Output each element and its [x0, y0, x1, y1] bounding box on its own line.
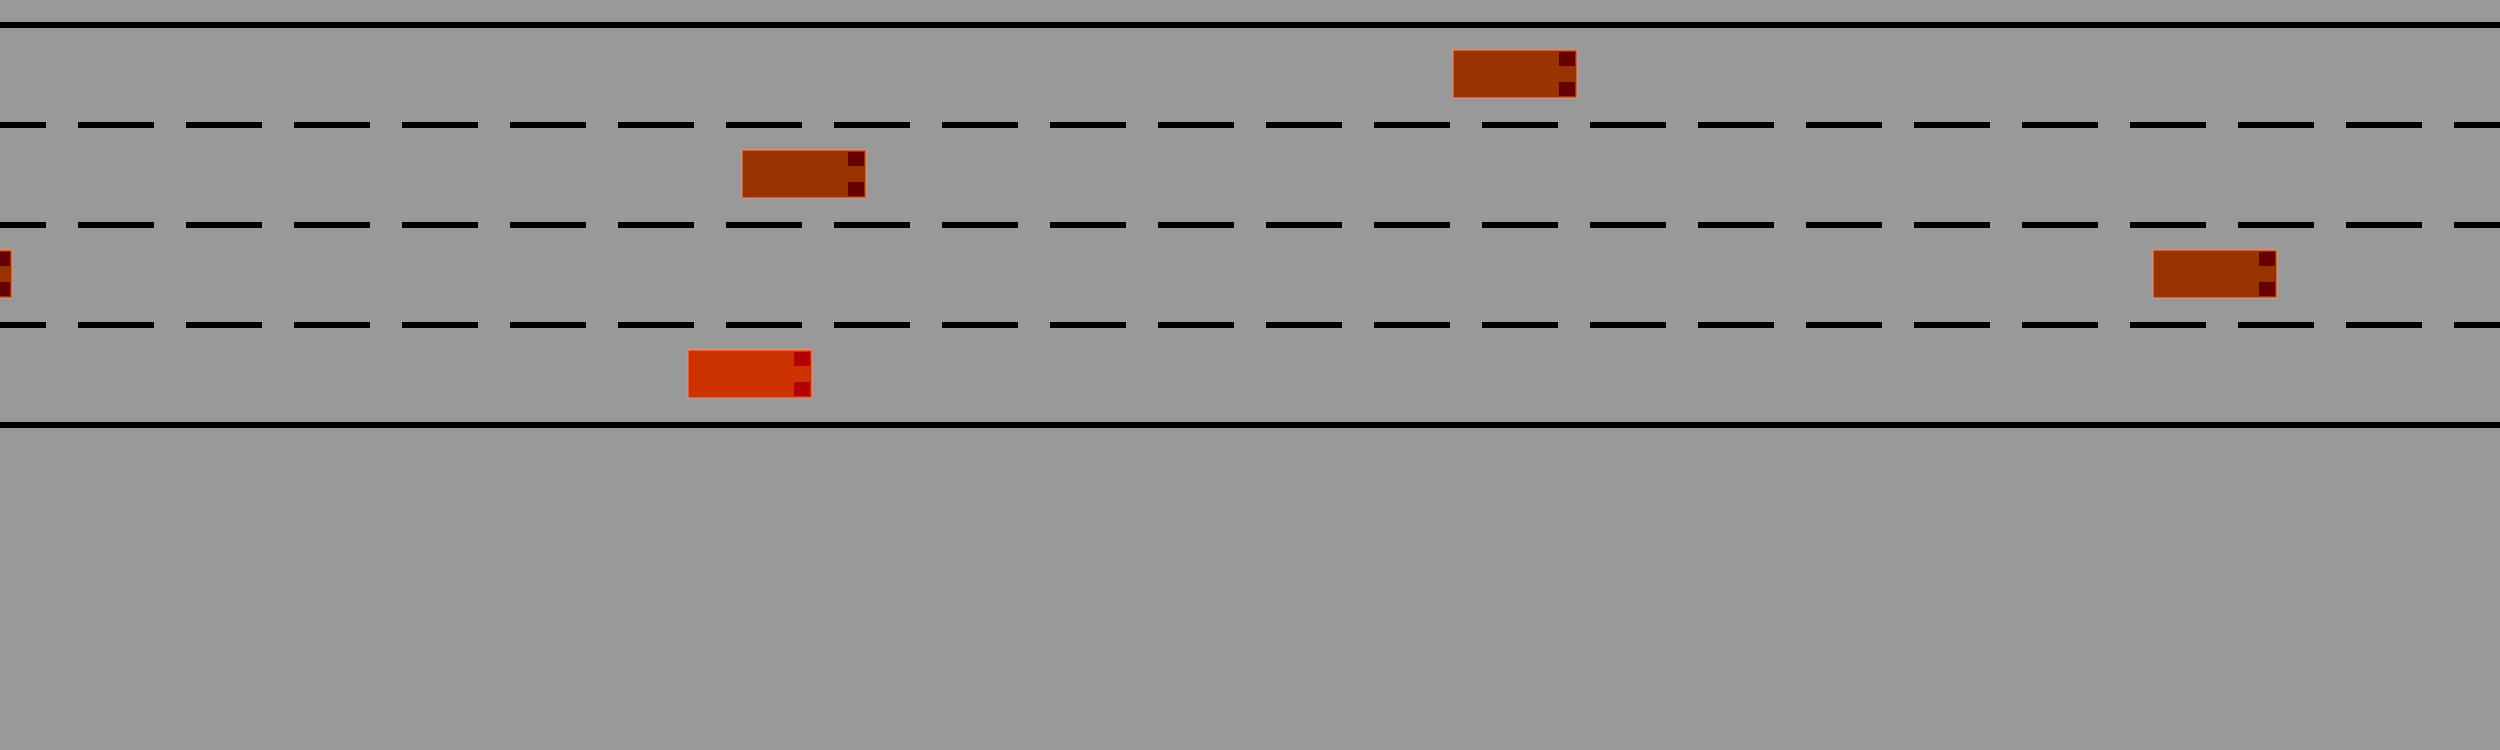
car-body — [741, 149, 867, 199]
vehicle-other-lane-2-left — [0, 249, 13, 299]
car-light-bottom — [794, 382, 810, 396]
car-body — [2152, 249, 2278, 299]
vehicle-other-lane-2-right — [2152, 249, 2278, 299]
car-light-top — [0, 252, 10, 266]
car-light-bottom — [2259, 282, 2275, 296]
road-edge-bottom — [0, 422, 2500, 428]
car-body — [1452, 49, 1578, 99]
vehicle-ego-lane-3 — [687, 349, 813, 399]
highway-scene — [0, 0, 2500, 750]
car-light-top — [1559, 52, 1575, 66]
car-light-bottom — [1559, 82, 1575, 96]
car-light-top — [794, 352, 810, 366]
car-light-top — [848, 152, 864, 166]
road-pavement — [0, 0, 2500, 750]
road-edge-top — [0, 22, 2500, 28]
car-light-bottom — [848, 182, 864, 196]
car-light-top — [2259, 252, 2275, 266]
car-body — [687, 349, 813, 399]
car-light-bottom — [0, 282, 10, 296]
vehicle-other-lane-0 — [1452, 49, 1578, 99]
vehicle-other-lane-1 — [741, 149, 867, 199]
